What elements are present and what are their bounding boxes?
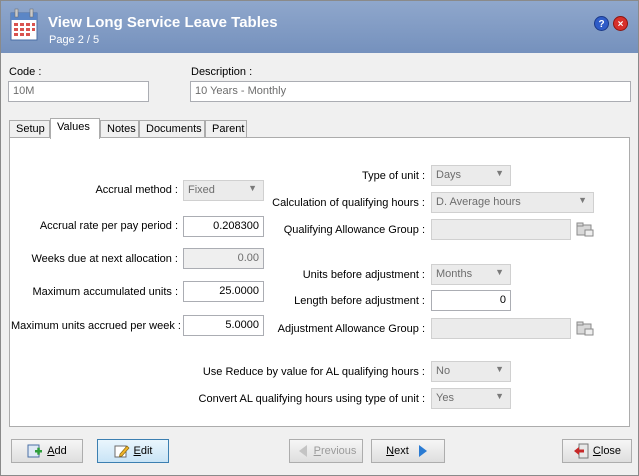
calendar-icon	[10, 8, 38, 41]
edit-mnemonic: E	[133, 445, 141, 457]
units-before-value: Months	[436, 268, 473, 280]
chevron-down-icon: ▼	[495, 391, 504, 401]
window-title: View Long Service Leave Tables	[48, 14, 278, 31]
next-button[interactable]: Next	[371, 439, 445, 463]
chevron-down-icon: ▼	[248, 183, 257, 193]
page-indicator: Page 2 / 5	[49, 34, 100, 46]
weeks-due-label: Weeks due at next allocation :	[31, 253, 178, 265]
add-button[interactable]: Add	[11, 439, 83, 463]
length-before-label: Length before adjustment :	[294, 295, 425, 307]
convert-al-value: Yes	[436, 392, 454, 404]
use-reduce-label: Use Reduce by value for AL qualifying ho…	[202, 366, 425, 378]
title-bar: View Long Service Leave Tables Page 2 / …	[1, 1, 638, 53]
accrual-rate-field[interactable]: 0.208300	[183, 216, 264, 237]
max-accumulated-label: Maximum accumulated units :	[32, 286, 179, 298]
code-label: Code :	[9, 66, 42, 78]
previous-button[interactable]: Previous	[289, 439, 363, 463]
use-reduce-select[interactable]: No ▼	[431, 361, 511, 382]
adjustment-group-field[interactable]	[431, 318, 571, 339]
max-per-week-label: Maximum units accrued per week :	[11, 320, 181, 332]
accrual-method-value: Fixed	[188, 184, 215, 196]
folder-browse-icon[interactable]	[576, 222, 594, 237]
arrow-left-icon	[298, 445, 307, 458]
chevron-down-icon: ▼	[578, 195, 587, 205]
edit-label: dit	[140, 445, 153, 457]
question-icon[interactable]: ?	[594, 16, 609, 31]
close-mnemonic: C	[592, 445, 601, 457]
add-mnemonic: A	[47, 445, 55, 457]
accrual-method-label: Accrual method :	[95, 184, 178, 196]
weeks-due-field: 0.00	[183, 248, 264, 269]
chevron-down-icon: ▼	[495, 168, 504, 178]
length-before-field[interactable]: 0	[431, 290, 511, 311]
chevron-down-icon: ▼	[495, 267, 504, 277]
code-field[interactable]: 10M	[8, 81, 149, 102]
edit-button[interactable]: Edit	[97, 439, 169, 463]
calc-qualifying-value: D. Average hours	[436, 196, 521, 208]
calc-qualifying-select[interactable]: D. Average hours ▼	[431, 192, 594, 213]
adjustment-group-label: Adjustment Allowance Group :	[277, 323, 425, 335]
close-icon[interactable]: ×	[613, 16, 628, 31]
chevron-down-icon: ▼	[495, 364, 504, 374]
accrual-method-select[interactable]: Fixed ▼	[183, 180, 264, 201]
lsl-tables-window: View Long Service Leave Tables Page 2 / …	[0, 0, 639, 476]
units-before-label: Units before adjustment :	[302, 269, 425, 281]
qualifying-group-field[interactable]	[431, 219, 571, 240]
calc-qualifying-label: Calculation of qualifying hours :	[272, 197, 425, 209]
next-mnemonic: N	[386, 445, 395, 457]
type-of-unit-value: Days	[436, 169, 462, 181]
qualifying-group-label: Qualifying Allowance Group :	[283, 224, 425, 236]
close-button[interactable]: Close	[562, 439, 632, 463]
add-icon	[27, 444, 43, 458]
folder-browse-icon[interactable]	[576, 321, 594, 336]
edit-icon	[114, 445, 129, 458]
description-field[interactable]: 10 Years - Monthly	[190, 81, 631, 102]
tab-notes[interactable]: Notes	[100, 120, 139, 138]
description-label: Description :	[191, 66, 253, 78]
previous-label: revious	[320, 445, 357, 457]
tab-values[interactable]: Values	[50, 118, 100, 139]
close-label: lose	[600, 445, 622, 457]
type-of-unit-label: Type of unit :	[362, 170, 425, 182]
convert-al-label: Convert AL qualifying hours using type o…	[198, 393, 425, 405]
units-before-select[interactable]: Months ▼	[431, 264, 511, 285]
exit-icon	[573, 443, 589, 459]
add-label: dd	[54, 445, 67, 457]
next-label: ext	[394, 445, 409, 457]
tab-documents[interactable]: Documents	[139, 120, 205, 138]
type-of-unit-select[interactable]: Days ▼	[431, 165, 511, 186]
use-reduce-value: No	[436, 365, 451, 377]
tab-parent[interactable]: Parent	[205, 120, 247, 138]
tab-setup[interactable]: Setup	[9, 120, 50, 138]
max-per-week-field[interactable]: 5.0000	[183, 315, 264, 336]
accrual-rate-label: Accrual rate per pay period :	[39, 220, 178, 232]
arrow-right-icon	[418, 445, 427, 458]
previous-mnemonic: P	[313, 445, 321, 457]
max-accumulated-field[interactable]: 25.0000	[183, 281, 264, 302]
convert-al-select[interactable]: Yes ▼	[431, 388, 511, 409]
